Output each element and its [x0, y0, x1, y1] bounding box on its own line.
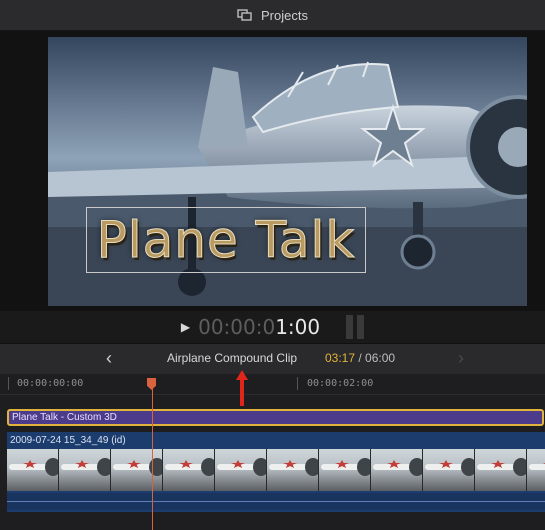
transport-bar: ▶ 00:00:0 1:00: [0, 311, 545, 343]
title-text: Plane Talk: [96, 211, 356, 270]
window-title: Projects: [261, 7, 308, 23]
timeline-nav-bar: ‹ Airplane Compound Clip 03:17 / 06:00 ›: [0, 343, 545, 375]
audio-waveform: [7, 493, 545, 510]
filmstrip-thumb: [267, 449, 319, 491]
back-chevron-icon[interactable]: ‹: [106, 348, 112, 369]
filmstrip-thumb: [111, 449, 163, 491]
timecode-display[interactable]: ▶ 00:00:0 1:00: [181, 315, 320, 339]
filmstrip-thumb: [7, 449, 59, 491]
duration-display: 03:17 / 06:00: [325, 351, 395, 365]
title-overlay[interactable]: Plane Talk: [86, 207, 366, 273]
video-frame[interactable]: Plane Talk: [48, 37, 527, 306]
forward-chevron-icon: ›: [458, 348, 464, 368]
annotation-arrow-icon: [236, 370, 248, 406]
playhead-line[interactable]: [152, 380, 153, 530]
filmstrip-thumb: [163, 449, 215, 491]
title-bar: Projects: [0, 0, 545, 31]
video-clip-label: 2009-07-24 15_34_49 (id): [10, 435, 126, 446]
timecode-lit: 1:00: [275, 315, 321, 339]
filmstrip: [7, 449, 545, 491]
projects-icon[interactable]: [237, 9, 253, 21]
current-duration: 03:17: [325, 351, 356, 365]
filmstrip-thumb: [59, 449, 111, 491]
audio-meter: [346, 315, 365, 339]
play-icon[interactable]: ▶: [181, 320, 190, 334]
ruler-label: 00:00:00:00: [17, 378, 84, 389]
filmstrip-thumb: [215, 449, 267, 491]
filmstrip-thumb: [527, 449, 545, 491]
timecode-dim: 00:00:0: [198, 315, 276, 339]
title-clip[interactable]: Plane Talk - Custom 3D: [7, 409, 544, 426]
viewer[interactable]: Plane Talk: [0, 31, 545, 311]
ruler-label: 00:00:02:00: [307, 378, 374, 389]
total-duration: / 06:00: [358, 351, 396, 365]
filmstrip-thumb: [423, 449, 475, 491]
filmstrip-thumb: [475, 449, 527, 491]
video-clip[interactable]: 2009-07-24 15_34_49 (id): [7, 432, 545, 512]
timeline-ruler[interactable]: 00:00:00:00 00:00:02:00: [0, 374, 545, 395]
filmstrip-thumb: [371, 449, 423, 491]
clip-name: Airplane Compound Clip: [167, 351, 298, 365]
filmstrip-thumb: [319, 449, 371, 491]
